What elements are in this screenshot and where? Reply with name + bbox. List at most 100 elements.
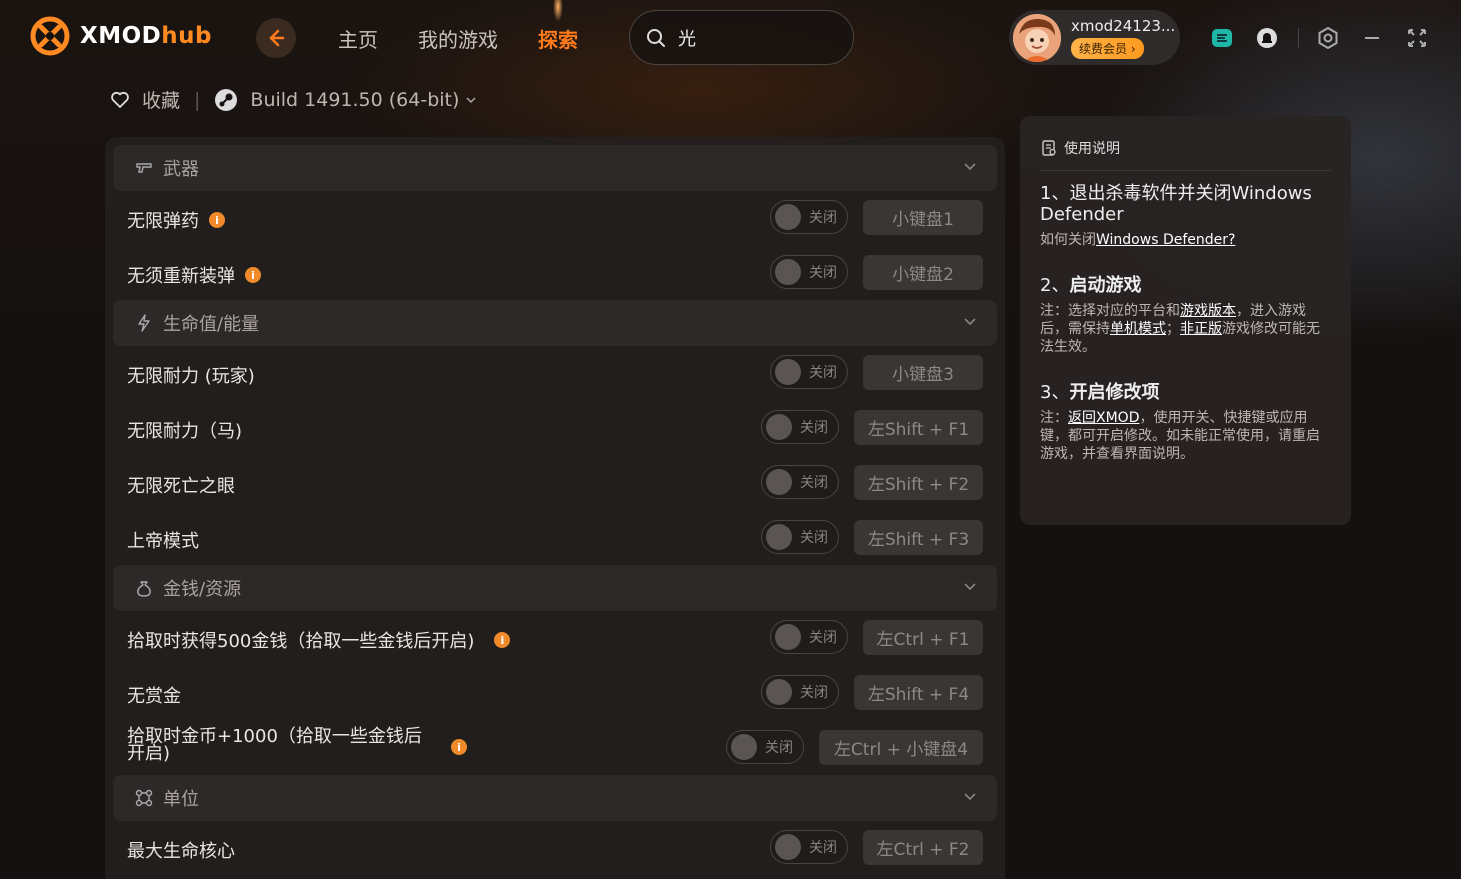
mod-row: 拾取时获得500金钱（拾取一些金钱后开启) i 关闭 左Ctrl + F1 (105, 610, 1005, 665)
arrow-left-icon (269, 29, 285, 47)
lightning-icon (138, 314, 150, 332)
hotkey-button[interactable]: 左Shift + F2 (854, 465, 983, 500)
chevron-down-icon[interactable] (963, 579, 977, 593)
info-icon[interactable]: i (209, 212, 225, 228)
info-icon[interactable]: i (245, 267, 261, 283)
chevron-down-icon[interactable] (465, 94, 477, 106)
mod-label: 拾取时获得500金钱（拾取一些金钱后开启) (127, 631, 475, 652)
mod-row: 无赏金 关闭 左Shift + F4 (105, 665, 1005, 720)
app-name: XMODhub (80, 23, 212, 49)
section-label: 武器 (163, 159, 199, 180)
defender-help-link[interactable]: Windows Defender? (1096, 232, 1235, 248)
active-tab-glow (553, 0, 563, 22)
section-label: 单位 (163, 789, 199, 810)
search-box[interactable]: 光 (629, 10, 854, 65)
mod-label: 无限耐力（马) (127, 421, 243, 442)
hotkey-button[interactable]: 左Ctrl + 小键盘4 (819, 730, 983, 765)
nav-explore[interactable]: 探索 (538, 24, 578, 53)
avatar (1013, 13, 1061, 62)
chevron-down-icon[interactable] (963, 789, 977, 803)
minimize-icon[interactable] (1360, 26, 1384, 50)
mod-toggle[interactable]: 关闭 (770, 620, 848, 654)
mod-label: 无限弹药 (127, 211, 199, 232)
unit-nodes-icon (135, 789, 153, 807)
single-player-link[interactable]: 单机模式 (1110, 321, 1166, 337)
nav-my-games[interactable]: 我的游戏 (418, 24, 498, 53)
hotkey-button[interactable]: 左Ctrl + F2 (863, 830, 983, 865)
section-health[interactable]: 生命值/能量 (113, 300, 997, 346)
divider: | (194, 88, 201, 111)
section-weapons[interactable]: 武器 (113, 145, 997, 191)
mods-panel: 武器 无限弹药 i 关闭 小键盘1 无须重新装弹 i 关闭 小键盘2 生命值/能量 … (105, 137, 1005, 879)
step-2-title: 启动游戏 (1069, 275, 1142, 296)
hotkey-button[interactable]: 小键盘3 (863, 355, 983, 390)
steam-icon (215, 88, 238, 111)
game-subheader: 收藏 | Build 1491.50 (64-bit) (110, 86, 477, 113)
hotkey-button[interactable]: 小键盘2 (863, 255, 983, 290)
mod-toggle[interactable]: 关闭 (726, 730, 804, 764)
discord-icon[interactable] (1210, 26, 1234, 50)
hotkey-button[interactable]: 左Ctrl + F1 (863, 620, 983, 655)
mod-label: 上帝模式 (127, 531, 199, 552)
hotkey-button[interactable]: 小键盘1 (863, 200, 983, 235)
top-bar: XMODhub 主页 我的游戏 探索 光 xmod24123... 续费会员 › (0, 0, 1461, 76)
back-to-xmod-link[interactable]: 返回XMOD (1068, 410, 1139, 426)
money-bag-icon (137, 581, 151, 597)
mod-label: 无限死亡之眼 (127, 476, 235, 497)
gun-icon (136, 163, 152, 173)
app-logo[interactable]: XMODhub (30, 16, 212, 56)
notification-bell-icon[interactable] (1255, 26, 1279, 50)
document-icon (1042, 140, 1056, 156)
chevron-down-icon[interactable] (963, 314, 977, 328)
section-label: 金钱/资源 (163, 579, 242, 600)
chevron-down-icon[interactable] (963, 159, 977, 173)
mod-row: 无须重新装弹 i 关闭 小键盘2 (105, 245, 1005, 300)
mod-toggle[interactable]: 关闭 (770, 255, 848, 289)
heart-icon[interactable] (110, 90, 130, 110)
renew-vip-button[interactable]: 续费会员 › (1071, 37, 1144, 59)
mod-label: 最大生命核心 (127, 841, 235, 862)
hotkey-button[interactable]: 左Shift + F4 (854, 675, 983, 710)
game-version-link[interactable]: 游戏版本 (1180, 303, 1236, 319)
step-1: 1、退出杀毒软件并关闭Windows Defender 如何关闭Windows … (1040, 183, 1331, 249)
mod-toggle[interactable]: 关闭 (761, 465, 839, 499)
non-genuine-link[interactable]: 非正版 (1180, 321, 1222, 337)
mod-row: 上帝模式 关闭 左Shift + F3 (105, 510, 1005, 565)
favorite-label[interactable]: 收藏 (142, 86, 180, 113)
mod-toggle[interactable]: 关闭 (770, 200, 848, 234)
username: xmod24123... (1071, 16, 1176, 35)
nav-home[interactable]: 主页 (338, 24, 378, 53)
step-3: 3、开启修改项 注：返回XMOD，使用开关、快捷键或应用键，都可开启修改。如未能… (1040, 382, 1320, 462)
build-version-select[interactable]: Build 1491.50 (64-bit) (250, 89, 459, 111)
mod-toggle[interactable]: 关闭 (761, 410, 839, 444)
mod-row: 无限弹药 i 关闭 小键盘1 (105, 190, 1005, 245)
settings-icon[interactable] (1316, 26, 1340, 50)
mod-label: 拾取时金币+1000（拾取一些金钱后开启) (127, 726, 422, 764)
mod-label: 无赏金 (127, 686, 181, 707)
mod-label: 无限耐力 (玩家) (127, 366, 255, 387)
mod-toggle[interactable]: 关闭 (761, 520, 839, 554)
mod-row: 无限耐力 (玩家) 关闭 小键盘3 (105, 345, 1005, 400)
hotkey-button[interactable]: 左Shift + F3 (854, 520, 983, 555)
info-icon[interactable]: i (451, 739, 467, 755)
xmod-logo-icon (30, 16, 70, 56)
section-label: 生命值/能量 (163, 314, 260, 335)
instructions-card: 使用说明 1、退出杀毒软件并关闭Windows Defender 如何关闭Win… (1020, 116, 1351, 525)
section-units[interactable]: 单位 (113, 775, 997, 821)
step-2: 2、启动游戏 注：选择对应的平台和游戏版本，进入游戏后，需保持单机模式；非正版游… (1040, 275, 1320, 355)
mod-row: 拾取时金币+1000（拾取一些金钱后开启) i 关闭 左Ctrl + 小键盘4 (105, 720, 1005, 775)
mod-label: 无须重新装弹 (127, 266, 235, 287)
mod-toggle[interactable]: 关闭 (770, 830, 848, 864)
user-card[interactable]: xmod24123... 续费会员 › (1009, 10, 1180, 65)
fullscreen-icon[interactable] (1405, 26, 1429, 50)
mod-toggle[interactable]: 关闭 (770, 355, 848, 389)
hotkey-button[interactable]: 左Shift + F1 (854, 410, 983, 445)
mod-toggle[interactable]: 关闭 (761, 675, 839, 709)
section-money[interactable]: 金钱/资源 (113, 565, 997, 611)
back-button[interactable] (256, 18, 296, 58)
info-icon[interactable]: i (494, 632, 511, 648)
search-icon (647, 28, 665, 47)
step-1-title: 1、退出杀毒软件并关闭Windows Defender (1040, 183, 1312, 225)
search-input[interactable]: 光 (678, 25, 696, 51)
step-3-title: 开启修改项 (1069, 382, 1160, 403)
